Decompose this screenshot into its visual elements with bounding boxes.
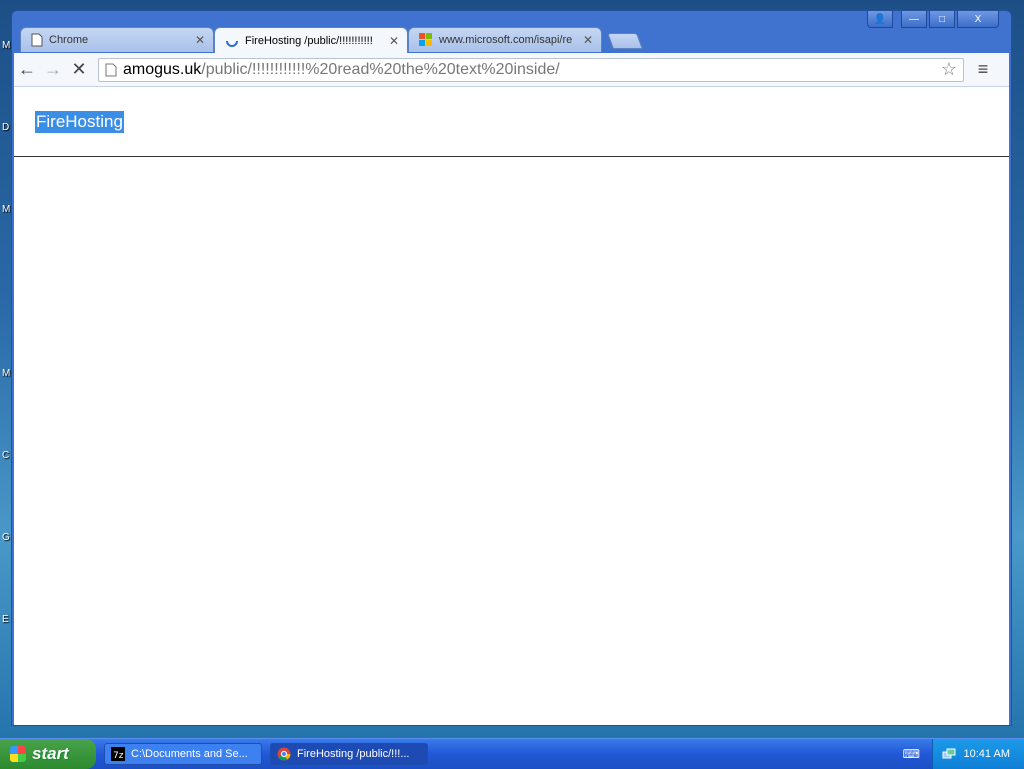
profile-button[interactable]: 👤 [867, 11, 893, 28]
tab-firehosting[interactable]: FireHosting /public/!!!!!!!!!!! ✕ [214, 27, 408, 53]
desktop-icon-label: D [2, 122, 10, 133]
tab-title: FireHosting /public/!!!!!!!!!!! [245, 34, 373, 47]
desktop-icon-label: M [2, 40, 11, 51]
network-icon[interactable] [942, 747, 956, 761]
microsoft-logo-icon [419, 33, 432, 46]
browser-toolbar: ← → ✕ amogus.uk/public/!!!!!!!!!!!!%20re… [14, 53, 1009, 87]
desktop-icon-label: G [2, 532, 10, 543]
back-button[interactable]: ← [14, 57, 40, 83]
taskbar-item-label: FireHosting /public/!!!... [297, 748, 410, 760]
system-tray: 10:41 AM [932, 739, 1024, 769]
chrome-icon [277, 747, 291, 761]
bookmark-star-icon[interactable]: ☆ [941, 59, 957, 80]
start-label: start [32, 744, 69, 763]
browser-window: 👤 — □ X Chrome ✕ FireHosting /public/!!!… [11, 10, 1012, 726]
tab-chrome[interactable]: Chrome ✕ [20, 27, 214, 52]
maximize-button[interactable]: □ [929, 11, 955, 28]
tab-title: www.microsoft.com/isapi/re [439, 34, 573, 46]
tab-close-icon[interactable]: ✕ [583, 33, 593, 47]
window-controls: 👤 — □ X [867, 11, 999, 28]
page-icon [105, 63, 117, 76]
windows-logo-icon [10, 746, 26, 762]
page-content: FireHosting [14, 87, 1009, 725]
clock[interactable]: 10:41 AM [964, 748, 1010, 760]
7zip-icon: 7z [111, 747, 125, 761]
svg-text:7z: 7z [113, 751, 124, 761]
stop-button[interactable]: ✕ [66, 57, 92, 83]
desktop-icon-label: M [2, 368, 11, 379]
url-host: amogus.uk [123, 60, 202, 78]
page-icon [31, 33, 43, 47]
tab-close-icon[interactable]: ✕ [195, 33, 205, 47]
tab-strip: Chrome ✕ FireHosting /public/!!!!!!!!!!!… [20, 27, 720, 53]
minimize-button[interactable]: — [901, 11, 927, 28]
forward-button[interactable]: → [40, 57, 66, 83]
desktop-icon-label: E [2, 614, 9, 625]
start-button[interactable]: start [0, 739, 96, 769]
tab-title: Chrome [49, 34, 89, 46]
tab-microsoft[interactable]: www.microsoft.com/isapi/re ✕ [408, 27, 602, 52]
site-header: FireHosting [14, 87, 1009, 157]
close-button[interactable]: X [957, 11, 999, 28]
address-bar[interactable]: amogus.uk/public/!!!!!!!!!!!!%20read%20t… [98, 57, 964, 82]
taskbar-item-7zip[interactable]: 7z C:\Documents and Se... [104, 743, 262, 765]
site-title[interactable]: FireHosting [35, 111, 124, 133]
new-tab-button[interactable] [607, 33, 643, 49]
taskbar-item-chrome[interactable]: FireHosting /public/!!!... [270, 743, 428, 765]
taskbar: start 7z C:\Documents and Se... FireHost… [0, 738, 1024, 769]
tab-close-icon[interactable]: ✕ [389, 34, 399, 48]
url-path: /public/!!!!!!!!!!!!%20read%20the%20text… [201, 60, 560, 78]
menu-button[interactable]: ≡ [968, 57, 998, 83]
taskbar-item-label: C:\Documents and Se... [131, 748, 248, 760]
desktop-icon-label: C [2, 450, 10, 461]
desktop-icon-label: M [2, 204, 11, 215]
loading-spinner-icon [226, 40, 238, 47]
keyboard-icon[interactable]: ⌨ [903, 747, 920, 761]
